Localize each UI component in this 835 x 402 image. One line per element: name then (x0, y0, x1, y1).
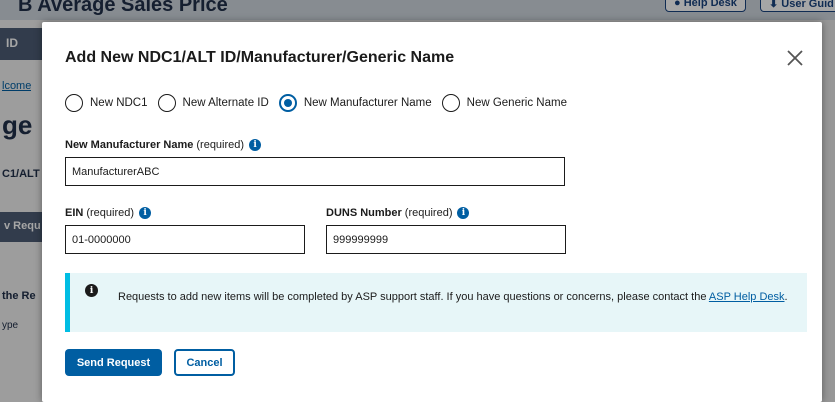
ein-label: EIN (required) i (65, 207, 152, 219)
send-request-button[interactable]: Send Request (65, 349, 162, 376)
duns-number-input[interactable] (326, 225, 566, 254)
radio-circle[interactable] (157, 94, 176, 112)
radio-label: New NDC1 (90, 97, 148, 109)
required-text: (required) (196, 139, 245, 151)
info-alert: i Requests to add new items will be comp… (65, 273, 807, 332)
cancel-button[interactable]: Cancel (174, 349, 235, 376)
alert-text-end: . (784, 291, 788, 303)
radio-new-ndc1[interactable]: New NDC1 (65, 94, 148, 112)
radio-circle[interactable] (65, 94, 83, 112)
radio-circle[interactable] (441, 94, 460, 112)
required-text: (required) (404, 207, 453, 219)
alert-text: Requests to add new items will be comple… (118, 291, 709, 303)
radio-new-alternate-id[interactable]: New Alternate ID (157, 94, 269, 112)
asp-help-desk-link[interactable]: ASP Help Desk (709, 291, 785, 303)
field-label-text: DUNS Number (326, 207, 402, 219)
radio-label: New Manufacturer Name (303, 97, 432, 109)
add-new-item-dialog: Add New NDC1/ALT ID/Manufacturer/Generic… (42, 22, 822, 402)
manufacturer-name-label: New Manufacturer Name (required) i (65, 139, 262, 151)
alert-message: Requests to add new items will be comple… (118, 288, 798, 306)
radio-new-manufacturer-name[interactable]: New Manufacturer Name (278, 94, 432, 112)
required-text: (required) (86, 207, 135, 219)
ein-input[interactable] (65, 225, 305, 254)
radio-label: New Generic Name (466, 97, 567, 109)
duns-number-label: DUNS Number (required) i (326, 207, 470, 219)
field-label-text: New Manufacturer Name (65, 139, 194, 151)
radio-label: New Alternate ID (182, 97, 269, 109)
close-icon[interactable] (786, 49, 804, 67)
dialog-title: Add New NDC1/ALT ID/Manufacturer/Generic… (65, 49, 455, 66)
info-icon[interactable]: i (249, 139, 262, 151)
radio-new-generic-name[interactable]: New Generic Name (441, 94, 567, 112)
manufacturer-name-input[interactable] (65, 157, 565, 186)
info-icon: i (85, 284, 98, 297)
radio-circle-selected[interactable] (278, 94, 297, 112)
info-icon[interactable]: i (457, 207, 470, 219)
field-label-text: EIN (65, 207, 84, 219)
item-type-radio-group: New NDC1 New Alternate ID New Manufactur… (65, 94, 577, 112)
info-icon[interactable]: i (139, 207, 152, 219)
